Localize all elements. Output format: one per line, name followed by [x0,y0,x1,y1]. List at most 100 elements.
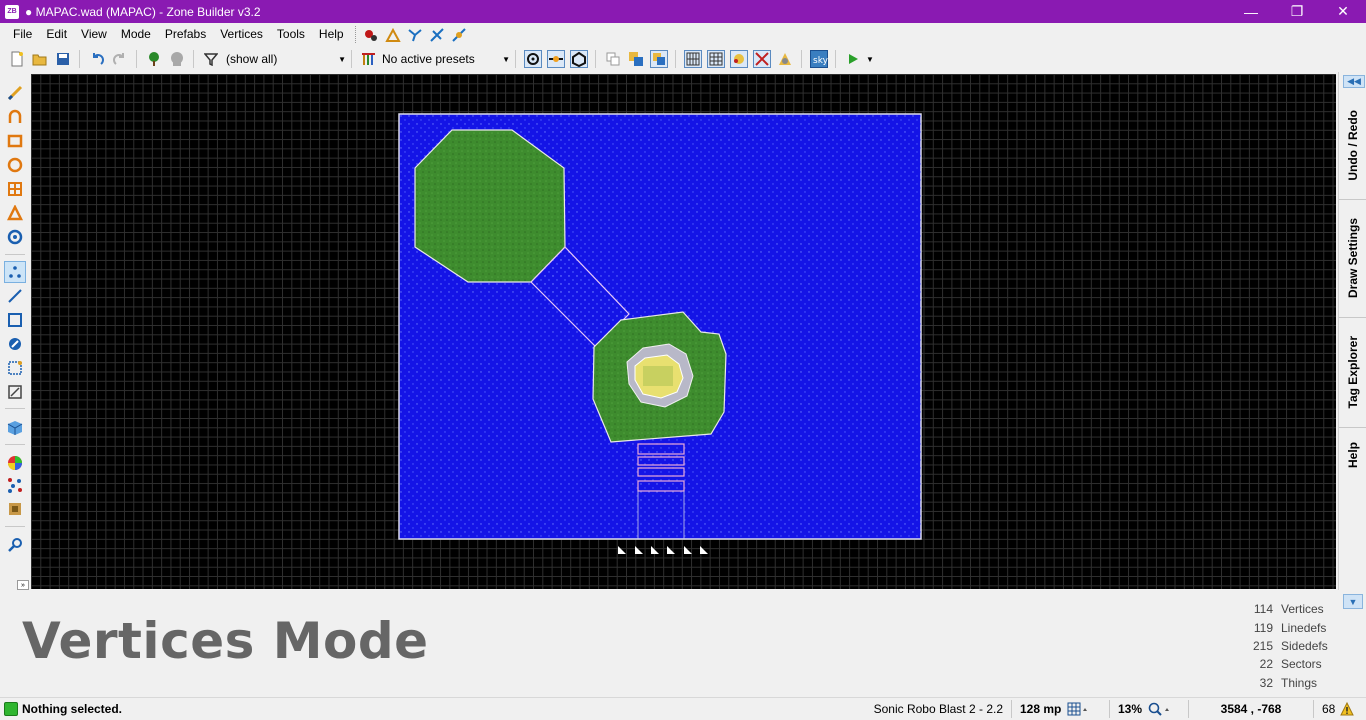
tab-undo-redo[interactable]: Undo / Redo [1339,92,1366,200]
grid-toggle-icon[interactable] [681,48,704,70]
title-bar: ZB ● MAPAC.wad (MAPAC) - Zone Builder v3… [0,0,1366,23]
tool-separator [5,526,25,527]
menu-help[interactable]: Help [312,23,351,46]
visual-mode-icon[interactable] [4,417,26,439]
menu-file[interactable]: File [0,23,39,46]
snap-grid-icon[interactable] [704,48,727,70]
slope-icon[interactable] [382,25,404,45]
game-configuration[interactable]: Sonic Robo Blast 2 - 2.2 [859,700,1011,718]
thing-scatter-icon[interactable] [4,474,26,496]
toolbar-separator [193,50,194,68]
zoom-icon [1148,702,1170,716]
map-geometry [398,113,922,554]
tab-undo-redo-label: Undo / Redo [1346,110,1360,181]
chevron-down-icon[interactable]: ▼ [866,55,874,64]
vertex-tool-icon[interactable] [404,25,426,45]
sky-icon[interactable]: sky [807,48,830,70]
undo-icon[interactable] [85,48,108,70]
close-button[interactable]: ✕ [1320,0,1366,23]
coordinates-label: 3584 , -768 [1220,702,1282,716]
tool-separator [5,444,25,445]
stat-count: 22 [1259,657,1273,672]
menu-tools[interactable]: Tools [270,23,312,46]
restore-button[interactable]: ❐ [1274,0,1320,23]
status-bar: Nothing selected. Sonic Robo Blast 2 - 2… [0,697,1366,720]
thing-tree-icon[interactable] [142,48,165,70]
grid-size-selector[interactable]: 128 mp [1011,700,1109,718]
stat-sectors: 22 Sectors [1238,655,1338,673]
edit-selection-icon[interactable] [4,357,26,379]
warnings-indicator[interactable]: 68 [1313,700,1366,718]
view-textures-icon[interactable] [567,48,590,70]
menu-prefabs[interactable]: Prefabs [158,23,213,46]
make-sectors-icon[interactable] [4,381,26,403]
warnings-count: 68 [1322,702,1336,716]
merge-geometry-icon[interactable] [727,48,750,70]
stat-label: Sectors [1281,657,1322,672]
draw-ellipse-icon[interactable] [4,154,26,176]
chevron-down-icon: ▼ [502,54,510,64]
color-picker-icon[interactable] [4,452,26,474]
menu-view[interactable]: View [74,23,114,46]
filter-icon[interactable] [199,48,222,70]
stat-count: 32 [1259,675,1273,690]
draw-rectangle-icon[interactable] [4,130,26,152]
things-filter-select[interactable]: (show all) ▼ [226,48,346,70]
find-replace-icon[interactable] [4,534,26,556]
draw-grid-icon[interactable] [4,178,26,200]
paste-icon[interactable] [624,48,647,70]
tab-tag-explorer[interactable]: Tag Explorer [1339,318,1366,428]
sector-texture-icon[interactable] [4,498,26,520]
auto-merge-icon[interactable] [773,48,796,70]
dock-collapse-button[interactable]: ◀◀ [1343,75,1365,88]
draw-polygon-icon[interactable] [4,226,26,248]
view-normal-icon[interactable] [521,48,544,70]
presets-select[interactable]: No active presets ▼ [382,48,510,70]
chevron-down-icon: ▼ [338,54,346,64]
paste-special-icon[interactable] [647,48,670,70]
thing-markers [618,546,708,554]
sectors-mode-icon[interactable] [4,309,26,331]
draw-curve-icon[interactable] [4,106,26,128]
copy-icon[interactable] [601,48,624,70]
zoom-label: 13% [1118,702,1143,716]
stat-linedefs: 119 Linedefs [1238,618,1338,636]
right-dock: ◀◀ Undo / Redo Draw Settings Tag Explore… [1338,72,1366,590]
new-map-icon[interactable] [5,48,28,70]
map-canvas[interactable] [31,74,1336,589]
window-title: ● MAPAC.wad (MAPAC) - Zone Builder v3.2 [25,4,261,19]
save-map-icon[interactable] [51,48,74,70]
draw-lines-icon[interactable] [4,82,26,104]
menu-vertices[interactable]: Vertices [213,23,270,46]
expand-toolbar-button[interactable]: » [17,580,29,590]
tab-draw-settings[interactable]: Draw Settings [1339,200,1366,318]
zoom-selector[interactable]: 13% [1109,700,1188,718]
presets-icon[interactable] [357,48,380,70]
view-brightness-icon[interactable] [544,48,567,70]
menu-edit[interactable]: Edit [39,23,74,46]
stat-label: Things [1281,675,1318,690]
warning-icon [1340,702,1355,716]
menu-mode[interactable]: Mode [114,23,158,46]
linedefs-mode-icon[interactable] [4,285,26,307]
toolbar-separator [675,50,676,68]
things-mode-icon[interactable] [4,333,26,355]
open-map-icon[interactable] [28,48,51,70]
tab-tag-explorer-label: Tag Explorer [1346,336,1360,409]
test-map-icon[interactable] [841,48,864,70]
thing-tree-disabled-icon[interactable] [165,48,188,70]
redo-icon[interactable] [108,48,131,70]
stat-label: Linedefs [1281,620,1327,635]
minimize-button[interactable]: — [1228,0,1274,23]
draw-triangle-icon[interactable] [4,202,26,224]
info-panel-collapse-button[interactable]: ▼ [1343,594,1363,609]
menu-separator [354,26,356,43]
stat-count: 114 [1253,602,1273,617]
tab-help[interactable]: Help [1339,428,1366,483]
vertices-mode-icon[interactable] [4,261,26,283]
stat-things: 32 Things [1238,674,1338,692]
split-lines-icon[interactable] [750,48,773,70]
align-tool-icon[interactable] [426,25,448,45]
curve-tool-icon[interactable] [448,25,470,45]
thing-filter-icon[interactable] [360,25,382,45]
